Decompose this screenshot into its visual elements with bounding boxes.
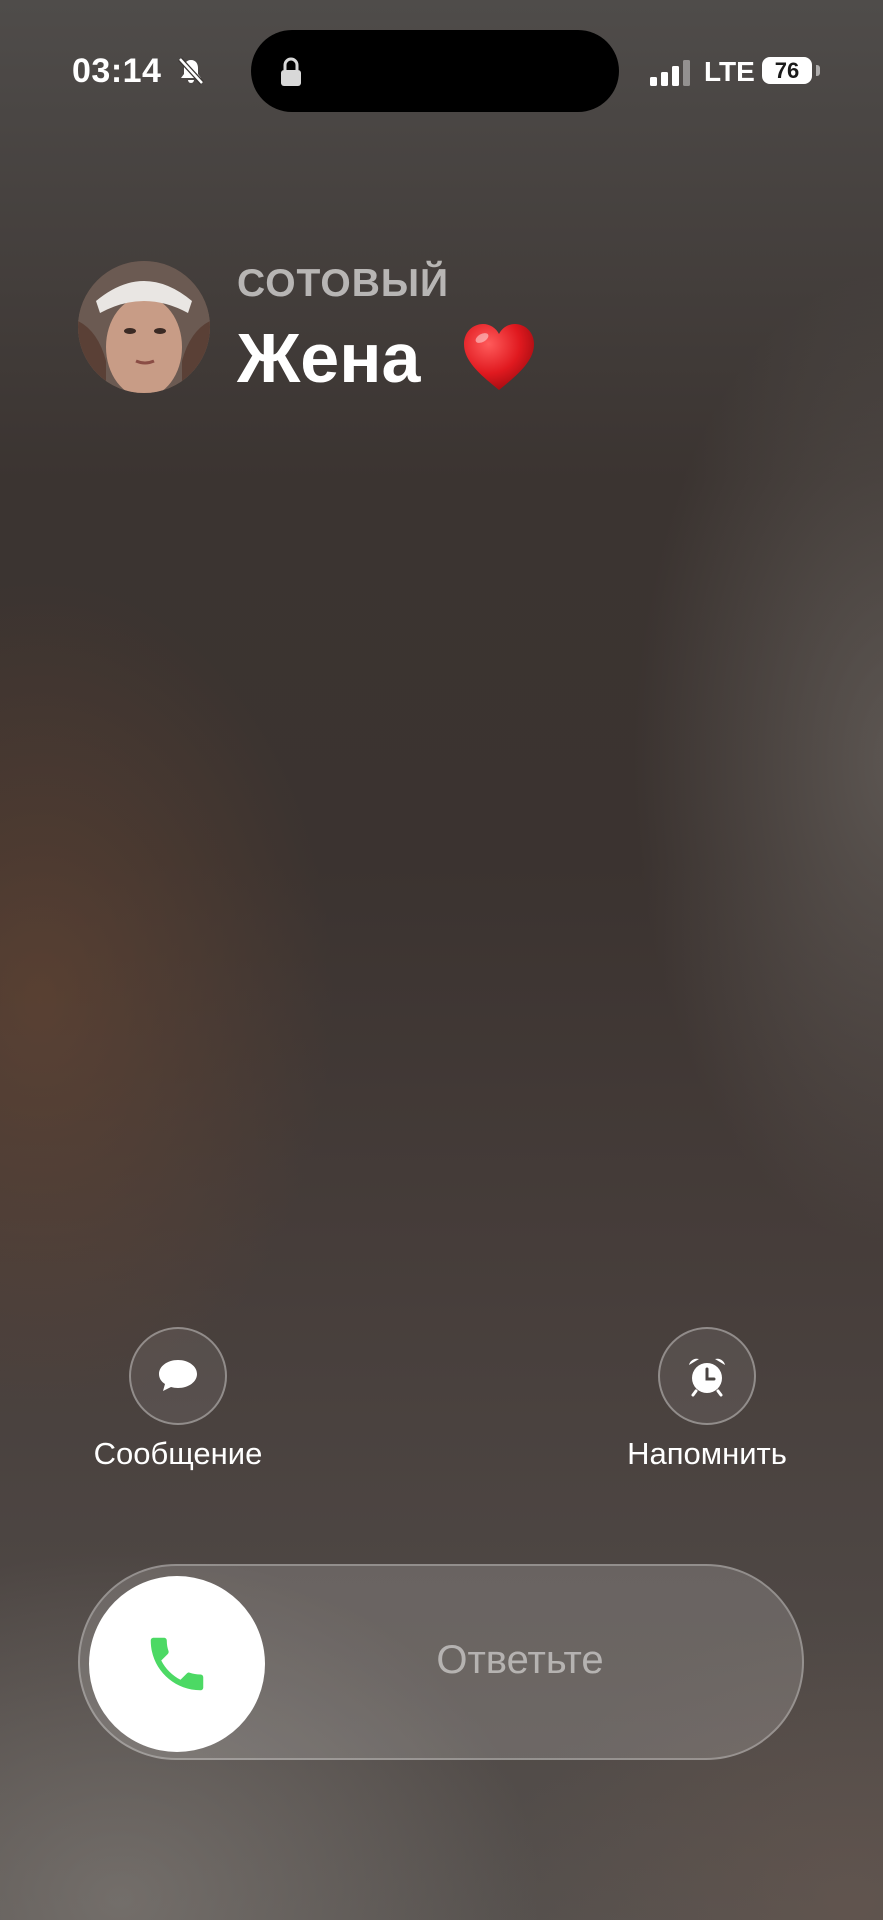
- lock-icon: [281, 57, 301, 86]
- battery-icon: 76: [762, 57, 812, 84]
- message-bubble-icon: [159, 1360, 197, 1391]
- message-button[interactable]: [129, 1327, 227, 1425]
- battery-cap: [816, 65, 820, 76]
- bell-slash-icon: [178, 57, 204, 85]
- red-heart-icon: [464, 324, 534, 390]
- avatar-photo: [78, 261, 210, 393]
- remind-me-button[interactable]: [658, 1327, 756, 1425]
- status-time: 03:14: [72, 52, 162, 90]
- signal-bars-icon: [650, 60, 690, 86]
- answer-call-knob[interactable]: [89, 1576, 265, 1752]
- alarm-clock-icon: [689, 1358, 725, 1397]
- caller-avatar: [78, 261, 210, 393]
- phone-icon: [150, 1637, 204, 1691]
- dynamic-island: [251, 30, 619, 112]
- caller-name: Жена: [237, 319, 421, 397]
- message-label: Сообщение: [93, 1436, 263, 1471]
- network-type: LTE: [704, 56, 755, 87]
- remind-me-label: Напомнить: [627, 1436, 787, 1471]
- slide-to-answer-label: Ответьте: [436, 1638, 604, 1682]
- call-type-label: СОТОВЫЙ: [237, 262, 450, 305]
